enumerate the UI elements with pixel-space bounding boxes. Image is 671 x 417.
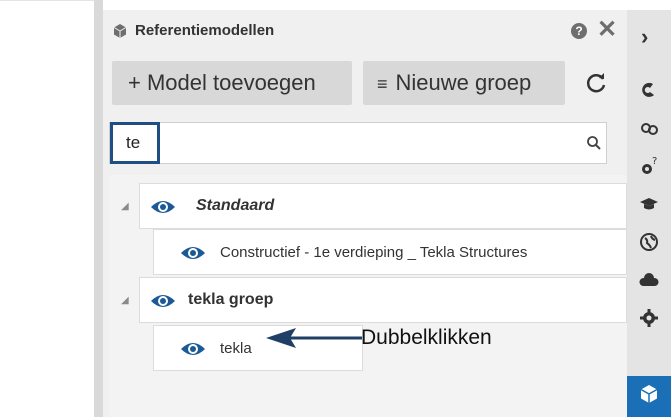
- tree-row-label: Constructief - 1e verdieping _ Tekla Str…: [220, 244, 528, 261]
- collapse-triangle-icon[interactable]: ◢: [121, 295, 129, 306]
- tree-model-row[interactable]: Constructief - 1e verdieping _ Tekla Str…: [109, 229, 627, 275]
- eye-icon[interactable]: [150, 292, 176, 310]
- collapse-triangle-icon[interactable]: ◢: [121, 201, 129, 212]
- reference-models-icon: [640, 385, 658, 403]
- chevron-right-icon[interactable]: ›: [641, 24, 648, 50]
- new-group-button[interactable]: ≡ Nieuwe groep: [363, 61, 565, 105]
- new-group-label: Nieuwe groep: [395, 70, 532, 95]
- panel-title: Referentiemodellen: [135, 22, 275, 39]
- tree-row-label: tekla groep: [188, 291, 274, 308]
- rail-globe[interactable]: [627, 224, 671, 260]
- tree-row-box[interactable]: tekla groep: [139, 277, 627, 323]
- tree-row-box[interactable]: Standaard: [139, 183, 627, 229]
- eye-icon[interactable]: [150, 198, 176, 216]
- tree-row-label: tekla: [220, 340, 252, 357]
- search-box[interactable]: te: [109, 122, 607, 164]
- annotation-arrow-icon: [266, 328, 362, 348]
- cloud-icon: [639, 273, 659, 286]
- side-rail: › ?: [627, 10, 671, 417]
- panel-header: Referentiemodellen ? ✕: [103, 10, 627, 50]
- refresh-icon[interactable]: [581, 68, 611, 98]
- rail-reference-models[interactable]: [627, 376, 671, 417]
- panel-splitter[interactable]: [94, 0, 103, 417]
- eye-icon[interactable]: [180, 244, 206, 262]
- rail-settings[interactable]: [627, 300, 671, 336]
- search-input[interactable]: te: [126, 133, 140, 153]
- rail-learning[interactable]: [627, 186, 671, 222]
- eye-icon[interactable]: [180, 340, 206, 358]
- annotation-label: Dubbelklikken: [361, 326, 492, 349]
- rail-tools[interactable]: ?: [627, 148, 671, 184]
- tree-row-box[interactable]: Constructief - 1e verdieping _ Tekla Str…: [153, 229, 627, 275]
- settings-icon: [640, 309, 658, 327]
- learning-icon: [640, 198, 658, 210]
- view-icon: [641, 123, 658, 135]
- globe-icon: [640, 233, 658, 251]
- close-icon[interactable]: ✕: [597, 18, 617, 42]
- add-model-label: + Model toevoegen: [128, 70, 316, 95]
- tree-row-label: Standaard: [196, 197, 275, 214]
- model-view-area: [0, 0, 95, 417]
- services-icon: [642, 82, 654, 97]
- tree-group-row[interactable]: ◢ Standaard: [109, 183, 627, 229]
- svg-text:?: ?: [652, 156, 657, 167]
- help-icon[interactable]: ?: [571, 23, 587, 39]
- reference-models-panel: Referentiemodellen ? ✕ + Model toevoegen…: [103, 10, 627, 417]
- rail-view[interactable]: [627, 110, 671, 146]
- reference-model-tree: ◢ Standaard Constructief - 1e verdieping…: [109, 175, 627, 417]
- cube-icon: [113, 24, 127, 38]
- search-icon[interactable]: [586, 135, 602, 151]
- list-icon: ≡: [377, 74, 388, 94]
- help-tools-icon: ?: [642, 156, 657, 174]
- rail-cloud[interactable]: [627, 262, 671, 298]
- rail-services[interactable]: [627, 72, 671, 108]
- add-model-button[interactable]: + Model toevoegen: [112, 61, 352, 105]
- tree-group-row[interactable]: ◢ tekla groep: [109, 277, 627, 323]
